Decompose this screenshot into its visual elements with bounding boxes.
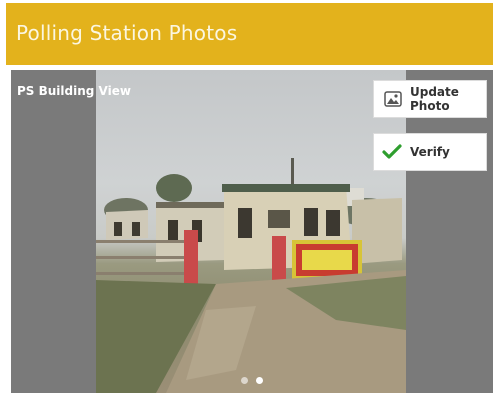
verify-button[interactable]: Verify — [373, 133, 487, 171]
verify-label: Verify — [410, 145, 450, 159]
image-icon — [384, 91, 402, 107]
page-title: Polling Station Photos — [16, 21, 238, 45]
app-bar: Polling Station Photos — [6, 3, 493, 65]
photo-image — [96, 158, 406, 393]
section-label: PS Building View — [17, 84, 131, 98]
photo-gallery[interactable]: PS Building View Update Photo Verify — [11, 70, 493, 393]
update-photo-button[interactable]: Update Photo — [373, 80, 487, 118]
polling-station-photo[interactable] — [96, 70, 406, 393]
page-dot[interactable] — [241, 377, 248, 384]
page-indicator — [11, 377, 493, 385]
checkmark-icon — [382, 144, 402, 160]
screen: Polling Station Photos PS Building View … — [0, 0, 493, 403]
update-photo-label: Update Photo — [410, 85, 459, 113]
page-dot-active[interactable] — [256, 377, 263, 384]
